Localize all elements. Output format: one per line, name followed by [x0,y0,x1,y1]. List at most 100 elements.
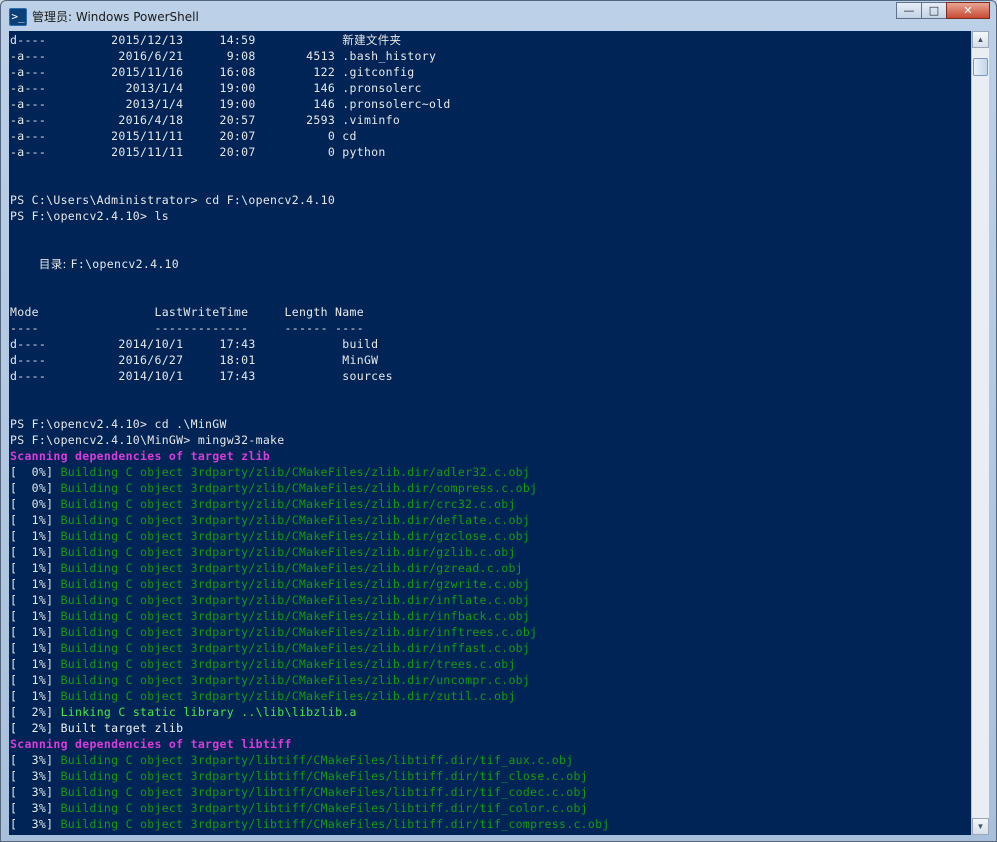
console-text: [ 1%] [10,657,61,671]
console-line: [ 1%] Building C object 3rdparty/zlib/CM… [10,656,610,672]
console-text: -a--- 2015/11/11 20:07 0 python [10,145,386,159]
console-text: Building C object 3rdparty/zlib/CMakeFil… [60,593,531,607]
console-line: -a--- 2013/1/4 19:00 146 .pronsolerc~old [10,96,610,112]
console-line: -a--- 2015/11/11 20:07 0 cd [10,128,610,144]
window-title: 管理员: Windows PowerShell [32,10,199,24]
powershell-window: >_ 管理员: Windows PowerShell — □ ✕ d---- 2… [0,0,997,842]
minimize-button[interactable]: — [896,2,922,19]
console-line: [ 3%] Building C object 3rdparty/libtiff… [10,752,610,768]
console-line: [ 0%] Building C object 3rdparty/zlib/CM… [10,464,610,480]
console-line: [ 1%] Building C object 3rdparty/zlib/CM… [10,688,610,704]
console-text: [ 3%] [10,753,61,767]
console-line: [ 1%] Building C object 3rdparty/zlib/CM… [10,528,610,544]
console-text: PS F:\opencv2.4.10> ls [10,209,169,223]
console-text: F:\opencv2.4.10 [70,257,179,271]
console-line: [ 1%] Building C object 3rdparty/zlib/CM… [10,608,610,624]
console-text: PS F:\opencv2.4.10> cd .\MinGW [10,417,227,431]
console-line: PS C:\Users\Administrator> cd F:\opencv2… [10,192,610,208]
console-text: Scanning dependencies of target libtiff [10,737,292,751]
console-line: Mode LastWriteTime Length Name [10,304,610,320]
console-text: [ 1%] [10,577,61,591]
console-text: Linking C static library ..\lib\libzlib.… [60,705,357,719]
console-text: Building C object 3rdparty/zlib/CMakeFil… [60,689,516,703]
console-text: [ 0%] [10,465,61,479]
console-line: [ 2%] Linking C static library ..\lib\li… [10,704,610,720]
console-text: [ 1%] [10,529,61,543]
console-text: Building C object 3rdparty/zlib/CMakeFil… [60,561,523,575]
console-text: [ 3%] [10,785,61,799]
console-text: Building C object 3rdparty/libtiff/CMake… [60,817,610,831]
console-line: PS F:\opencv2.4.10> cd .\MinGW [10,416,610,432]
console-text: Building C object 3rdparty/zlib/CMakeFil… [60,657,516,671]
console-line: -a--- 2016/6/21 9:08 4513 .bash_history [10,48,610,64]
vertical-scrollbar[interactable]: ▲ ▼ [971,31,989,835]
console-line: Scanning dependencies of target zlib [10,448,610,464]
console-text: [ 1%] [10,641,61,655]
console-line: ---- ------------- ------ ---- [10,320,610,336]
console-text: [ 1%] [10,689,61,703]
console-line: [ 1%] Building C object 3rdparty/zlib/CM… [10,544,610,560]
console-text: Building C object 3rdparty/libtiff/CMake… [60,801,588,815]
maximize-button[interactable]: □ [921,2,947,19]
console-text: Building C object 3rdparty/zlib/CMakeFil… [60,497,516,511]
console-line: d---- 2016/6/27 18:01 MinGW [10,352,610,368]
console-text: Building C object 3rdparty/zlib/CMakeFil… [60,577,531,591]
console-line: [ 3%] Building C object 3rdparty/libtiff… [10,816,610,832]
console-line: [ 1%] Building C object 3rdparty/zlib/CM… [10,560,610,576]
console-text: Building C object 3rdparty/zlib/CMakeFil… [60,529,531,543]
console-line: PS F:\opencv2.4.10> ls [10,208,610,224]
console-line: [ 1%] Building C object 3rdparty/zlib/CM… [10,512,610,528]
console-line: Scanning dependencies of target libtiff [10,736,610,752]
console-text: Building C object 3rdparty/zlib/CMakeFil… [60,625,538,639]
console-text: [ 3%] [10,817,61,831]
console-line: [ 3%] Building C object 3rdparty/libtiff… [10,784,610,800]
resize-grip[interactable] [987,833,996,841]
console-text: [ 2%] [10,705,61,719]
console-text: -a--- 2016/4/18 20:57 2593 .viminfo [10,113,401,127]
console-text: -a--- 2013/1/4 19:00 146 .pronsolerc~old [10,97,451,111]
console-line: [ 2%] Built target zlib [10,720,610,736]
console-text: [ 0%] [10,497,61,511]
console-text: -a--- 2015/11/11 20:07 0 cd [10,129,357,143]
powershell-icon[interactable]: >_ [9,8,27,26]
console-text: [ 0%] [10,481,61,495]
console-text: PS F:\opencv2.4.10\MinGW> mingw32-make [10,433,285,447]
console-text: [ 1%] [10,673,61,687]
console-text: Scanning dependencies of target zlib [10,449,271,463]
console-line: -a--- 2013/1/4 19:00 146 .pronsolerc [10,80,610,96]
console-text: [ 1%] [10,593,61,607]
console-text: Building C object 3rdparty/zlib/CMakeFil… [60,673,531,687]
console-line: [ 1%] Building C object 3rdparty/zlib/CM… [10,592,610,608]
console-text: [ 1%] [10,545,61,559]
close-button[interactable]: ✕ [946,2,990,19]
console-line: [ 1%] Building C object 3rdparty/zlib/CM… [10,672,610,688]
console-line: 目录: F:\opencv2.4.10 [10,256,610,272]
console-text: -a--- 2015/11/16 16:08 122 .gitconfig [10,65,415,79]
console-line: PS F:\opencv2.4.10\MinGW> mingw32-make [10,432,610,448]
console-text: Building C object 3rdparty/zlib/CMakeFil… [60,641,531,655]
console-text: [ 1%] [10,513,61,527]
console-text: d---- 2016/6/27 18:01 MinGW [10,353,379,367]
console-line: [ 0%] Building C object 3rdparty/zlib/CM… [10,480,610,496]
console-line: -a--- 2015/11/11 20:07 0 python [10,144,610,160]
title-bar[interactable]: >_ 管理员: Windows PowerShell — □ ✕ [1,1,996,31]
console-line: d---- 2014/10/1 17:43 build [10,336,610,352]
console-text: [ 3%] [10,769,61,783]
console-text: [ 1%] [10,561,61,575]
window-controls: — □ ✕ [896,2,990,22]
console-text: Building C object 3rdparty/libtiff/CMake… [60,769,588,783]
console-line: [ 1%] Building C object 3rdparty/zlib/CM… [10,576,610,592]
console-line: [ 3%] Building C object 3rdparty/libtiff… [10,800,610,816]
console-text: 目录: [38,257,71,271]
console-output[interactable]: d---- 2015/12/13 14:59 新建文件夹 -a--- 2016/6… [9,31,971,835]
console-text: d---- 2014/10/1 17:43 build [10,337,379,351]
scroll-thumb[interactable] [973,58,988,76]
scroll-up-button[interactable]: ▲ [972,31,989,48]
